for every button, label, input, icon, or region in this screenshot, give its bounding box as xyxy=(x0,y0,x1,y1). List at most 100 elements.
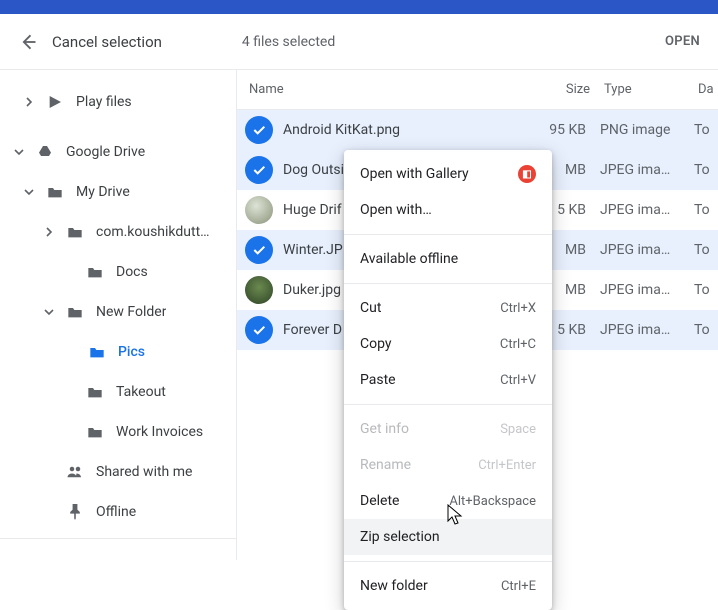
ctx-shortcut: Ctrl+E xyxy=(501,579,536,594)
sidebar-item-label: com.koushikdutt… xyxy=(96,224,210,240)
window-titlebar xyxy=(0,0,718,14)
sidebar-item-label: New Folder xyxy=(96,304,166,320)
top-toolbar: Cancel selection 4 files selected OPEN xyxy=(0,14,718,70)
column-header-type[interactable]: Type xyxy=(590,82,692,97)
file-type: JPEG ima… xyxy=(586,282,688,298)
chevron-down-icon xyxy=(44,307,54,317)
sidebar: Play files Google Drive My Drive com.kou… xyxy=(0,70,237,560)
sidebar-item-takeout[interactable]: Takeout xyxy=(0,372,236,412)
ctx-shortcut: Ctrl+Enter xyxy=(478,458,536,473)
chevron-down-icon xyxy=(14,147,24,157)
check-icon xyxy=(245,316,273,344)
folder-icon xyxy=(66,223,84,241)
sidebar-item-shared[interactable]: Shared with me xyxy=(0,452,236,492)
ctx-label: Get info xyxy=(360,421,409,437)
ctx-label: Cut xyxy=(360,300,381,316)
ctx-shortcut: Space xyxy=(500,422,536,437)
context-menu: Open with Gallery ◧ Open with… Available… xyxy=(344,150,552,610)
chevron-right-icon xyxy=(44,227,54,237)
file-date: To xyxy=(688,122,718,138)
ctx-open-gallery[interactable]: Open with Gallery ◧ xyxy=(344,156,552,192)
drive-icon xyxy=(36,143,54,161)
sidebar-item-play-files[interactable]: Play files xyxy=(0,82,236,122)
sidebar-item-new-folder[interactable]: New Folder xyxy=(0,292,236,332)
column-header-row: Name Size Type Da xyxy=(237,70,718,110)
column-header-name[interactable]: Name xyxy=(249,82,524,97)
sidebar-item-pics[interactable]: Pics xyxy=(0,332,236,372)
ctx-open-with[interactable]: Open with… xyxy=(344,192,552,228)
selection-count-label: 4 files selected xyxy=(242,34,335,50)
file-date: To xyxy=(688,282,718,298)
sidebar-item-label: Takeout xyxy=(116,384,166,400)
cancel-selection-label[interactable]: Cancel selection xyxy=(52,33,162,51)
file-type: PNG image xyxy=(586,122,688,138)
check-icon xyxy=(245,236,273,264)
ctx-get-info: Get info Space xyxy=(344,411,552,447)
column-header-date[interactable]: Da xyxy=(692,82,718,97)
ctx-separator xyxy=(344,404,552,405)
sidebar-item-label: Google Drive xyxy=(66,144,145,160)
sidebar-item-label: Play files xyxy=(76,94,132,110)
file-type: JPEG ima… xyxy=(586,162,688,178)
ctx-available-offline[interactable]: Available offline xyxy=(344,241,552,277)
file-row[interactable]: Android KitKat.png 95 KB PNG image To xyxy=(237,110,718,150)
ctx-separator xyxy=(344,561,552,562)
ctx-cut[interactable]: Cut Ctrl+X xyxy=(344,290,552,326)
pin-icon xyxy=(66,503,84,521)
sidebar-item-label: Shared with me xyxy=(96,464,192,480)
back-arrow-icon[interactable] xyxy=(18,32,38,52)
chevron-down-icon xyxy=(24,187,34,197)
folder-icon xyxy=(86,383,104,401)
gallery-app-icon: ◧ xyxy=(518,165,536,183)
ctx-label: Zip selection xyxy=(360,529,440,545)
file-type: JPEG ima… xyxy=(586,202,688,218)
ctx-shortcut: Ctrl+X xyxy=(500,301,536,316)
file-name: Android KitKat.png xyxy=(283,122,520,138)
ctx-separator xyxy=(344,283,552,284)
ctx-shortcut: Ctrl+V xyxy=(500,373,536,388)
file-thumbnail xyxy=(245,196,273,224)
sidebar-item-koushik[interactable]: com.koushikdutt… xyxy=(0,212,236,252)
file-date: To xyxy=(688,162,718,178)
ctx-delete[interactable]: Delete Alt+Backspace xyxy=(344,483,552,519)
ctx-label: Open with… xyxy=(360,202,432,218)
file-date: To xyxy=(688,322,718,338)
sidebar-item-work-invoices[interactable]: Work Invoices xyxy=(0,412,236,452)
sidebar-item-offline[interactable]: Offline xyxy=(0,492,236,532)
sidebar-divider xyxy=(0,538,236,539)
sidebar-item-my-drive[interactable]: My Drive xyxy=(0,172,236,212)
folder-icon xyxy=(86,423,104,441)
folder-icon xyxy=(88,343,106,361)
folder-icon xyxy=(46,183,64,201)
ctx-label: Copy xyxy=(360,336,392,352)
file-thumbnail xyxy=(245,276,273,304)
ctx-label: Rename xyxy=(360,457,411,473)
ctx-zip-selection[interactable]: Zip selection xyxy=(344,519,552,555)
sidebar-item-label: Docs xyxy=(116,264,148,280)
column-header-size[interactable]: Size xyxy=(524,82,590,97)
sidebar-item-google-drive[interactable]: Google Drive xyxy=(0,132,236,172)
ctx-copy[interactable]: Copy Ctrl+C xyxy=(344,326,552,362)
file-type: JPEG ima… xyxy=(586,242,688,258)
sidebar-item-label: Work Invoices xyxy=(116,424,203,440)
chevron-right-icon xyxy=(24,97,34,107)
open-button[interactable]: OPEN xyxy=(665,34,700,49)
ctx-separator xyxy=(344,234,552,235)
check-icon xyxy=(245,116,273,144)
ctx-shortcut: Ctrl+C xyxy=(500,337,536,352)
sidebar-item-esd-usb[interactable]: ESD-USB xyxy=(0,549,236,560)
ctx-label: Open with Gallery xyxy=(360,166,469,182)
ctx-label: Available offline xyxy=(360,251,458,267)
play-icon xyxy=(46,93,64,111)
sidebar-item-label: Pics xyxy=(118,344,145,360)
file-size: 95 KB xyxy=(520,122,586,138)
ctx-new-folder[interactable]: New folder Ctrl+E xyxy=(344,568,552,604)
ctx-paste[interactable]: Paste Ctrl+V xyxy=(344,362,552,398)
sidebar-item-label: My Drive xyxy=(76,184,130,200)
folder-icon xyxy=(66,303,84,321)
ctx-shortcut: Alt+Backspace xyxy=(449,494,536,509)
ctx-rename: Rename Ctrl+Enter xyxy=(344,447,552,483)
sidebar-item-docs[interactable]: Docs xyxy=(0,252,236,292)
file-type: JPEG ima… xyxy=(586,322,688,338)
people-icon xyxy=(66,463,84,481)
